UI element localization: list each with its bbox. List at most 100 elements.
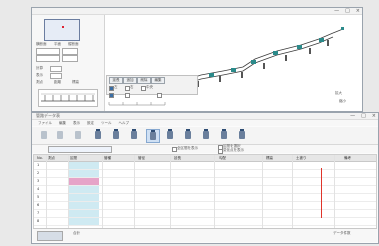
grid-divider: [170, 155, 171, 228]
menu-help[interactable]: ヘルプ: [119, 120, 130, 126]
option-check-b[interactable]: [125, 93, 130, 98]
table-row[interactable]: 8: [34, 218, 376, 226]
table-cell-v3: [174, 162, 210, 169]
table-cell-station: [48, 218, 66, 225]
table-cell-no: 7: [37, 211, 40, 215]
col-length[interactable]: 延長: [174, 155, 188, 162]
option-field-2[interactable]: [36, 55, 60, 62]
zoom-in-label[interactable]: 拡大: [335, 91, 342, 96]
table-cell-v4: [219, 194, 257, 201]
option-check-c[interactable]: [157, 93, 162, 98]
plan-view-titlebar: — □ ×: [32, 8, 362, 15]
tool-person-6-icon[interactable]: [182, 129, 194, 141]
tool-new[interactable]: [38, 129, 50, 141]
col-cover[interactable]: 土被り: [296, 155, 310, 162]
calc-select[interactable]: [50, 66, 62, 72]
show-change-label: 変化点を表示: [223, 148, 244, 152]
minimize-button[interactable]: —: [350, 113, 355, 119]
table-row[interactable]: 3: [34, 178, 376, 186]
zoom-out-label[interactable]: 縮小: [339, 99, 346, 104]
table-cell-no: 5: [37, 195, 40, 199]
table-row[interactable]: 6: [34, 202, 376, 210]
tool-open[interactable]: [54, 129, 66, 141]
display-select[interactable]: [50, 73, 62, 79]
col-gradient[interactable]: 勾配: [219, 155, 233, 162]
menu-bar: ファイル 編集 表示 設定 ツール ヘルプ: [32, 120, 378, 126]
col-diameter[interactable]: 管径: [138, 155, 152, 162]
tool-person-2-icon[interactable]: [110, 129, 122, 141]
option-field-4[interactable]: [62, 55, 78, 62]
menu-file[interactable]: ファイル: [38, 120, 52, 126]
window-controls: — □ ×: [350, 113, 376, 119]
tool-person-9-icon[interactable]: [236, 129, 248, 141]
add-button[interactable]: 追加: [123, 77, 137, 84]
table-cell-no: 8: [37, 219, 40, 223]
table-cell-no: 2: [37, 171, 40, 175]
edit-button[interactable]: 編集: [151, 77, 165, 84]
option-field-1[interactable]: [36, 48, 60, 55]
close-button[interactable]: ×: [372, 113, 376, 119]
tool-person-8-icon[interactable]: [218, 129, 230, 141]
option-check-a[interactable]: [109, 93, 114, 98]
toolbar: [32, 127, 378, 145]
data-grid[interactable]: No. 測点 区間 管種 管径 延長 勾配 標高 土被り 備考 1 2 3 4 5 6 7 8: [33, 154, 377, 229]
tool-person-3-icon[interactable]: [128, 129, 140, 141]
col-no[interactable]: No.: [37, 155, 45, 162]
grid-divider: [262, 155, 263, 228]
plan-drawing-area[interactable]: 延長 追加 削除 編集 左 右 中央 拡大 縮小: [105, 15, 362, 111]
col-elevation[interactable]: 標高: [266, 155, 280, 162]
view-label-profile: 縦断面: [68, 42, 79, 46]
section-cell: [69, 178, 99, 185]
table-cell-v2: [138, 170, 166, 177]
table-cell-station: [48, 186, 66, 193]
minimize-button[interactable]: —: [334, 8, 339, 14]
window-controls: — □ ×: [334, 8, 360, 14]
section-cell: [69, 162, 99, 169]
summary-label-count: データ件数: [333, 231, 351, 235]
maximize-button[interactable]: □: [345, 8, 350, 14]
section-cell: [69, 202, 99, 209]
table-cell-station: [48, 202, 66, 209]
col-station[interactable]: 測点: [48, 155, 66, 162]
tool-save[interactable]: [72, 129, 84, 141]
tool-person-4-icon[interactable]: [146, 129, 160, 143]
ruler-graphic: [41, 93, 95, 102]
tool-person-7-icon[interactable]: [200, 129, 212, 141]
mini-map[interactable]: [44, 19, 80, 41]
table-cell-v4: [219, 162, 257, 169]
table-cell-v2: [138, 186, 166, 193]
table-cell-v3: [174, 218, 210, 225]
table-cell-v4: [219, 218, 257, 225]
table-cell-v1: [104, 210, 130, 217]
table-row[interactable]: 7: [34, 210, 376, 218]
menu-view[interactable]: 表示: [73, 120, 80, 126]
grid-divider: [68, 155, 69, 228]
table-row[interactable]: 5: [34, 194, 376, 202]
table-cell-v3: [174, 178, 210, 185]
table-cell-no: 3: [37, 179, 40, 183]
maximize-button[interactable]: □: [361, 113, 366, 119]
tool-person-5-icon[interactable]: [164, 129, 176, 141]
table-cell-station: [48, 178, 66, 185]
col-section[interactable]: 区間: [70, 155, 84, 162]
gradient-marker: [321, 168, 322, 218]
extend-button[interactable]: 延長: [109, 77, 123, 84]
grid-header: No. 測点 区間 管種 管径 延長 勾配 標高 土被り 備考: [34, 155, 376, 162]
window-title: 管路データ表: [36, 113, 60, 118]
col-type[interactable]: 管種: [104, 155, 118, 162]
option-field-3[interactable]: [62, 48, 78, 55]
table-row[interactable]: 2: [34, 170, 376, 178]
table-row[interactable]: 1: [34, 162, 376, 170]
menu-tools[interactable]: ツール: [101, 120, 112, 126]
close-button[interactable]: ×: [356, 8, 360, 14]
table-row[interactable]: 4: [34, 186, 376, 194]
col-notes[interactable]: 備考: [344, 155, 364, 162]
tool-person-1-icon[interactable]: [92, 129, 104, 141]
menu-edit[interactable]: 編集: [59, 120, 66, 126]
menu-settings[interactable]: 設定: [87, 120, 94, 126]
delete-button[interactable]: 削除: [137, 77, 151, 84]
filter-input[interactable]: [48, 146, 112, 153]
grid-divider: [46, 155, 47, 228]
radio-left-label: 左: [114, 85, 118, 89]
table-cell-v1: [104, 162, 130, 169]
